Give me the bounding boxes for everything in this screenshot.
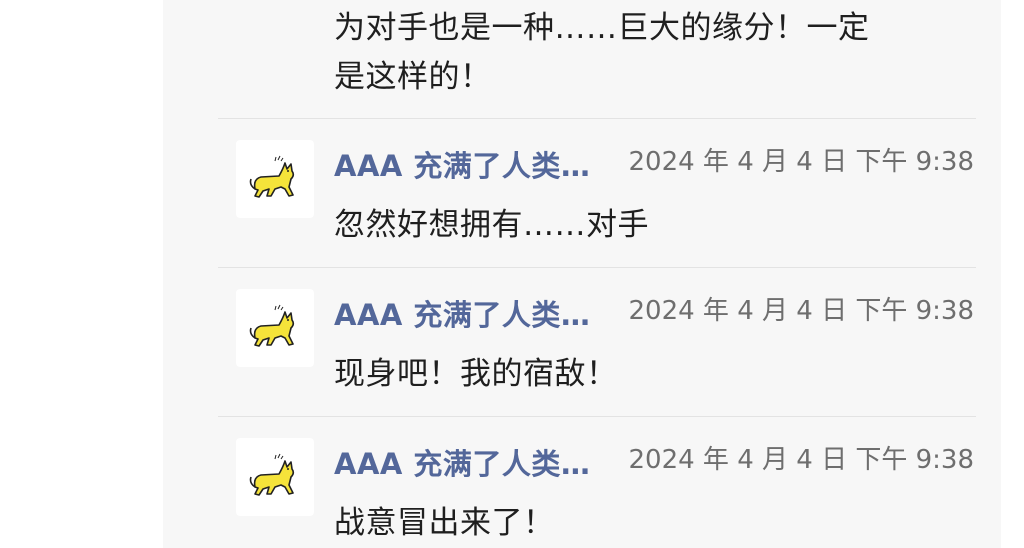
- message-item[interactable]: AAA 充满了人类… 2024 年 4 月 4 日 下午 9:38 战意冒出来了…: [218, 416, 976, 548]
- message-timestamp: 2024 年 4 月 4 日 下午 9:38: [628, 147, 975, 177]
- chat-panel: 为对手也是一种……巨大的缘分！一定 是这样的！ AAA 充满了人类… 2024 …: [163, 0, 1001, 548]
- yellow-cat-icon: [249, 453, 295, 496]
- message-item[interactable]: AAA 充满了人类… 2024 年 4 月 4 日 下午 9:38 忽然好想拥有…: [218, 118, 976, 267]
- message-text: 现身吧！我的宿敌！: [334, 356, 618, 392]
- yellow-cat-icon: [249, 304, 295, 347]
- left-margin: [0, 0, 163, 548]
- message-timestamp: 2024 年 4 月 4 日 下午 9:38: [628, 296, 975, 326]
- message-text: 战意冒出来了！: [334, 505, 555, 541]
- avatar[interactable]: [236, 438, 314, 516]
- message-item[interactable]: AAA 充满了人类… 2024 年 4 月 4 日 下午 9:38 现身吧！我的…: [218, 267, 976, 416]
- previous-message-line-2: 是这样的！: [334, 59, 492, 95]
- message-text: 忽然好想拥有……对手: [334, 207, 649, 243]
- avatar[interactable]: [236, 289, 314, 367]
- sender-name[interactable]: AAA 充满了人类…: [334, 441, 590, 483]
- yellow-cat-icon: [249, 155, 295, 198]
- previous-message-text: 为对手也是一种……巨大的缘分！一定 是这样的！: [334, 4, 974, 102]
- sender-name[interactable]: AAA 充满了人类…: [334, 143, 590, 185]
- previous-message-line-1: 为对手也是一种……巨大的缘分！一定: [334, 10, 870, 46]
- sender-name[interactable]: AAA 充满了人类…: [334, 292, 590, 334]
- avatar[interactable]: [236, 140, 314, 218]
- right-margin: [1001, 0, 1024, 548]
- message-timestamp: 2024 年 4 月 4 日 下午 9:38: [628, 445, 975, 475]
